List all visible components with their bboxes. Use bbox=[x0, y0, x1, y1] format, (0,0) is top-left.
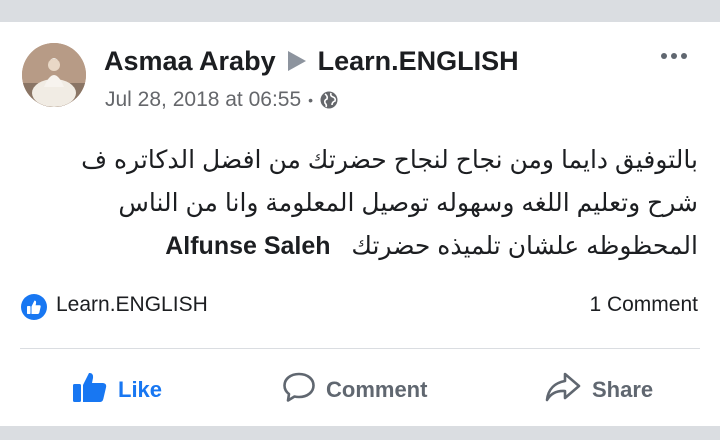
post-text-line: بالتوفيق دايما ومن نجاح لنجاح حضرتك من ا… bbox=[81, 146, 698, 174]
arrow-right-icon bbox=[286, 49, 308, 73]
reaction-name[interactable]: Learn.ENGLISH bbox=[56, 293, 208, 317]
mention-link[interactable]: Alfunse Saleh bbox=[165, 232, 330, 260]
like-icon[interactable] bbox=[21, 294, 47, 320]
group-name[interactable]: Learn.ENGLISH bbox=[318, 46, 519, 77]
more-options-icon[interactable] bbox=[656, 46, 692, 66]
divider bbox=[20, 348, 700, 349]
action-bar: Like Comment Share bbox=[0, 366, 720, 414]
post-meta: Jul 28, 2018 at 06:55 • bbox=[105, 86, 339, 114]
post-text-line: المحظوظه علشان تلميذه حضرتك bbox=[351, 232, 698, 260]
more-options-dot bbox=[681, 53, 687, 59]
post-message: بالتوفيق دايما ومن نجاح لنجاح حضرتك من ا… bbox=[28, 139, 698, 268]
post-header: Asmaa Araby Learn.ENGLISH bbox=[104, 44, 519, 78]
share-button[interactable]: Share bbox=[544, 366, 653, 414]
author-name[interactable]: Asmaa Araby bbox=[104, 46, 276, 77]
more-options-dot bbox=[671, 53, 677, 59]
globe-icon[interactable] bbox=[319, 90, 339, 110]
post-text-line: شرح وتعليم اللغه وسهوله توصيل المعلومة و… bbox=[118, 189, 698, 217]
like-button[interactable]: Like bbox=[72, 366, 162, 414]
more-options-dot bbox=[661, 53, 667, 59]
thumbs-up-icon bbox=[72, 371, 108, 409]
comment-button[interactable]: Comment bbox=[282, 366, 427, 414]
speech-bubble-icon bbox=[282, 371, 316, 409]
share-arrow-icon bbox=[544, 371, 582, 409]
share-label: Share bbox=[592, 377, 654, 402]
post-text-line-with-mention: المحظوظه علشان تلميذه حضرتك Alfunse Sale… bbox=[28, 225, 698, 268]
reaction-summary: Learn.ENGLISH 1 Comment bbox=[0, 289, 720, 325]
comment-label: Comment bbox=[326, 377, 428, 402]
post-card: Asmaa Araby Learn.ENGLISH Jul 28, 2018 a… bbox=[0, 22, 720, 426]
post-timestamp[interactable]: Jul 28, 2018 at 06:55 bbox=[105, 88, 301, 112]
comment-count[interactable]: 1 Comment bbox=[589, 293, 698, 317]
author-avatar[interactable] bbox=[22, 43, 86, 107]
meta-separator: • bbox=[308, 92, 314, 108]
like-label: Like bbox=[118, 377, 163, 402]
